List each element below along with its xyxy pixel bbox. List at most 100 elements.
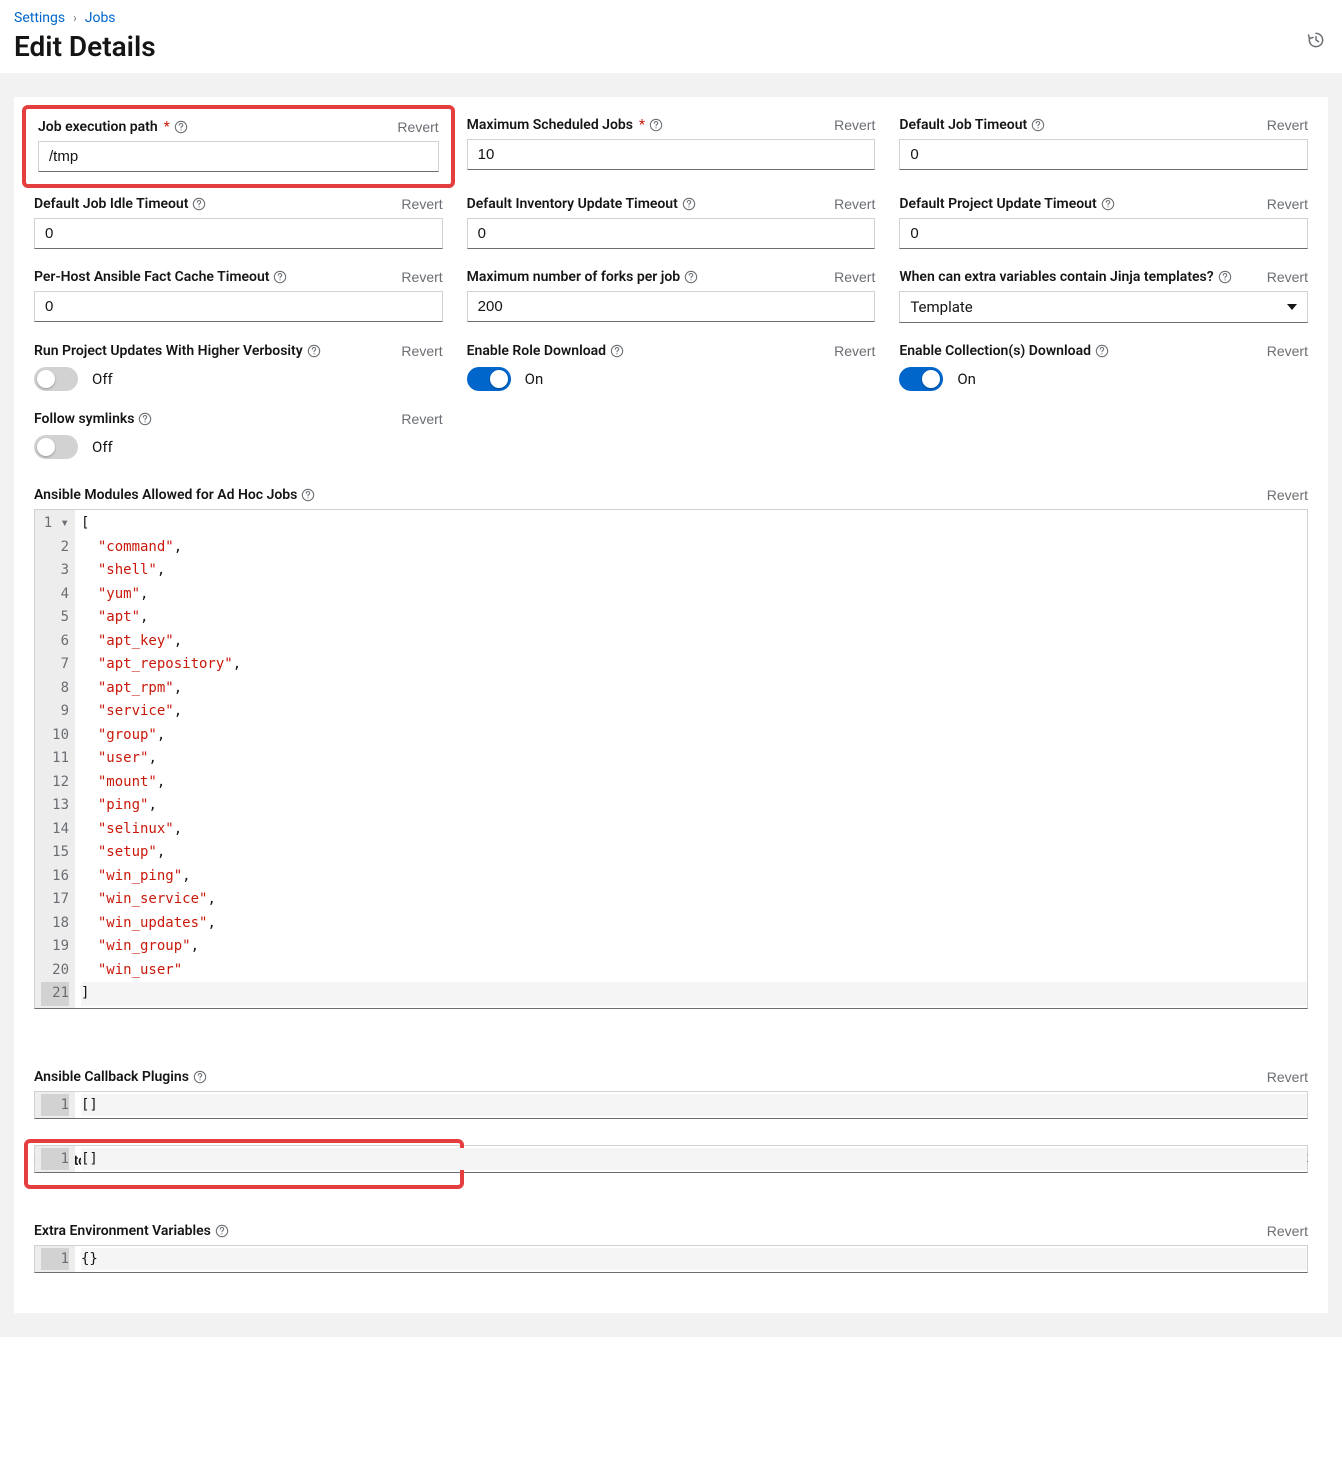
breadcrumb: Settings › Jobs [14,10,1328,26]
gutter-line: 3 [41,559,69,583]
role-dl-toggle[interactable] [467,367,511,391]
help-icon[interactable] [684,270,698,284]
help-icon[interactable] [649,118,663,132]
gutter-line: 12 [41,771,69,795]
callback-editor[interactable]: 1 [] [34,1091,1308,1119]
code-line: "apt_repository", [81,653,1307,677]
gutter-line: 8 [41,677,69,701]
coll-dl-toggle[interactable] [899,367,943,391]
revert-button[interactable]: Revert [834,343,875,359]
code-line: "apt", [81,606,1307,630]
code-line: "service", [81,700,1307,724]
revert-button[interactable]: Revert [397,119,438,135]
gutter-line: 20 [41,959,69,983]
code-line: "apt_key", [81,630,1307,654]
help-icon[interactable] [273,270,287,284]
label-symlinks: Follow symlinks [34,411,134,427]
jinja-select-value: Template [910,298,972,316]
code-line: "mount", [81,771,1307,795]
revert-button[interactable]: Revert [1267,1069,1308,1085]
code-line: "selinux", [81,818,1307,842]
verbosity-state: Off [92,370,113,388]
gutter-line: 9 [41,700,69,724]
proj-timeout-input[interactable] [899,218,1308,249]
max-sched-input[interactable] [467,139,876,170]
isolated-content: [] [81,1151,98,1167]
gutter-line: 19 [41,935,69,959]
revert-button[interactable]: Revert [1267,117,1308,133]
code-line: "user", [81,747,1307,771]
revert-button[interactable]: Revert [834,269,875,285]
verbosity-toggle[interactable] [34,367,78,391]
code-line: "apt_rpm", [81,677,1307,701]
revert-button[interactable]: Revert [1267,343,1308,359]
revert-button[interactable]: Revert [401,196,442,212]
code-line: "group", [81,724,1307,748]
symlinks-toggle[interactable] [34,435,78,459]
help-icon[interactable] [193,1070,207,1084]
label-verbosity: Run Project Updates With Higher Verbosit… [34,343,303,359]
revert-button[interactable]: Revert [1267,487,1308,503]
coll-dl-state: On [957,370,976,388]
help-icon[interactable] [682,197,696,211]
help-icon[interactable] [138,412,152,426]
help-icon[interactable] [610,344,624,358]
history-icon[interactable] [1306,30,1326,50]
chevron-right-icon: › [73,11,77,25]
label-role-dl: Enable Role Download [467,343,606,359]
adhoc-editor[interactable]: 1 ▾23456789101112131415161718192021 [ "c… [34,509,1308,1009]
revert-button[interactable]: Revert [1267,196,1308,212]
help-icon[interactable] [192,197,206,211]
label-callback: Ansible Callback Plugins [34,1069,189,1085]
label-fact-cache: Per-Host Ansible Fact Cache Timeout [34,269,269,285]
help-icon[interactable] [1218,270,1232,284]
revert-button[interactable]: Revert [834,117,875,133]
code-line: "win_group", [81,935,1307,959]
code-line: "shell", [81,559,1307,583]
revert-button[interactable]: Revert [1267,269,1308,285]
idle-timeout-input[interactable] [34,218,443,249]
jinja-select[interactable]: Template [899,291,1308,323]
caret-down-icon [1287,304,1297,310]
help-icon[interactable] [1095,344,1109,358]
help-icon[interactable] [215,1224,229,1238]
max-forks-input[interactable] [467,291,876,322]
revert-button[interactable]: Revert [401,269,442,285]
help-icon[interactable] [1031,118,1045,132]
revert-button[interactable]: Revert [401,343,442,359]
code-line: ] [81,982,1307,1006]
gutter-line: 13 [41,794,69,818]
gutter-line: 18 [41,912,69,936]
role-dl-state: On [525,370,544,388]
help-icon[interactable] [307,344,321,358]
breadcrumb-settings[interactable]: Settings [14,10,65,26]
symlinks-state: Off [92,438,113,456]
highlight-job-exec-path: Job execution path * Revert [22,105,455,188]
fact-cache-input[interactable] [34,291,443,322]
code-line: "ping", [81,794,1307,818]
isolated-editor[interactable]: 1 [] [34,1145,1308,1173]
help-icon[interactable] [301,488,315,502]
label-jinja: When can extra variables contain Jinja t… [899,269,1213,285]
gutter-line: 16 [41,865,69,889]
revert-button[interactable]: Revert [401,411,442,427]
gutter-line: 15 [41,841,69,865]
label-idle-timeout: Default Job Idle Timeout [34,196,188,212]
code-line: "command", [81,536,1307,560]
help-icon[interactable] [1101,197,1115,211]
label-def-timeout: Default Job Timeout [899,117,1027,133]
help-icon[interactable] [174,120,188,134]
def-timeout-input[interactable] [899,139,1308,170]
label-inv-timeout: Default Inventory Update Timeout [467,196,678,212]
inv-timeout-input[interactable] [467,218,876,249]
extra-env-editor[interactable]: 1 {} [34,1245,1308,1273]
label-adhoc: Ansible Modules Allowed for Ad Hoc Jobs [34,487,297,503]
required-indicator: * [164,119,170,135]
breadcrumb-jobs[interactable]: Jobs [85,10,116,26]
gutter-line: 10 [41,724,69,748]
job-exec-path-input[interactable] [38,141,439,172]
revert-button[interactable]: Revert [1267,1223,1308,1239]
extra-env-content: {} [81,1251,98,1267]
gutter-line: 7 [41,653,69,677]
revert-button[interactable]: Revert [834,196,875,212]
